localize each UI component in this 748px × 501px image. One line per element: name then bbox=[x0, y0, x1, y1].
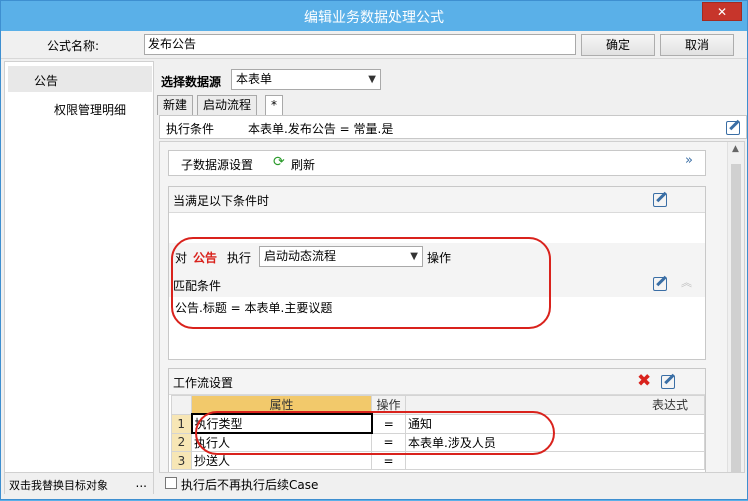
tab-start-flow[interactable]: 启动流程 bbox=[197, 95, 258, 115]
highlight-oval bbox=[195, 411, 555, 455]
cancel-button[interactable]: 取消 bbox=[660, 34, 734, 56]
footer-bar: 执行后不再执行后续Case bbox=[157, 473, 747, 499]
title-bar: 编辑业务数据处理公式 ✕ bbox=[1, 1, 747, 31]
ok-button[interactable]: 确定 bbox=[581, 34, 655, 56]
refresh-button[interactable]: 刷新 bbox=[291, 156, 315, 173]
window-title: 编辑业务数据处理公式 bbox=[304, 10, 444, 26]
column-header-num bbox=[171, 395, 192, 415]
replace-target-bar[interactable]: 双击我替换目标对象 ... bbox=[5, 472, 153, 494]
sidebar: 公告 权限管理明细 双击我替换目标对象 ... bbox=[4, 61, 154, 494]
sidebar-item-permission-detail[interactable]: 权限管理明细 bbox=[8, 96, 152, 120]
highlight-oval bbox=[171, 237, 551, 329]
refresh-icon[interactable]: ⟳ bbox=[273, 154, 285, 170]
condition-panel-title: 当满足以下条件时 bbox=[173, 194, 270, 208]
stop-subsequent-label: 执行后不再执行后续Case bbox=[181, 478, 319, 492]
datasource-select[interactable]: 本表单 ▼ bbox=[231, 69, 381, 90]
edit-icon[interactable] bbox=[661, 375, 675, 389]
edit-icon[interactable] bbox=[653, 193, 667, 207]
replace-target-label: 双击我替换目标对象 bbox=[9, 479, 108, 492]
workflow-panel-header: 工作流设置 bbox=[169, 369, 705, 395]
datasource-label: 选择数据源 bbox=[161, 75, 222, 89]
sidebar-item-announcement[interactable]: 公告 bbox=[8, 66, 152, 92]
more-button[interactable]: ... bbox=[136, 476, 147, 490]
delete-icon[interactable]: ✖ bbox=[637, 371, 651, 391]
exec-condition-label: 执行条件 bbox=[166, 122, 215, 136]
subsource-label: 子数据源设置 bbox=[181, 158, 254, 172]
expand-icon[interactable]: » bbox=[685, 153, 693, 168]
row-number: 3 bbox=[171, 451, 192, 470]
scroll-up-icon[interactable]: ▲ bbox=[732, 144, 739, 154]
exec-condition-value[interactable]: 本表单.发布公告 = 常量.是 bbox=[248, 120, 393, 137]
vertical-scrollbar[interactable]: ▲ bbox=[727, 142, 744, 472]
workflow-panel-title: 工作流设置 bbox=[173, 376, 234, 390]
formula-name-row: 公式名称: 发布公告 确定 取消 bbox=[1, 31, 747, 59]
stop-subsequent-checkbox[interactable] bbox=[165, 477, 177, 489]
edit-icon[interactable] bbox=[726, 121, 740, 135]
exec-condition-row: 执行条件 本表单.发布公告 = 常量.是 bbox=[159, 115, 747, 139]
formula-name-label: 公式名称: bbox=[47, 39, 100, 53]
collapse-icon[interactable]: ︽ bbox=[681, 274, 692, 290]
tab-new[interactable]: 新建 bbox=[157, 95, 194, 115]
chevron-down-icon: ▼ bbox=[368, 74, 376, 85]
subsource-panel: 子数据源设置 ⟳ 刷新 » bbox=[168, 150, 706, 176]
row-number: 2 bbox=[171, 432, 192, 452]
row-number: 1 bbox=[171, 413, 192, 434]
scrollbar-thumb[interactable] bbox=[731, 164, 741, 472]
close-button[interactable]: ✕ bbox=[702, 2, 742, 21]
formula-name-input[interactable]: 发布公告 bbox=[144, 34, 576, 55]
condition-panel-header: 当满足以下条件时 bbox=[169, 187, 705, 213]
sidebar-item-label: 公告 bbox=[34, 74, 59, 88]
edit-icon[interactable] bbox=[653, 277, 667, 291]
tab-add[interactable]: * bbox=[265, 95, 283, 116]
sidebar-item-label: 权限管理明细 bbox=[54, 103, 127, 117]
datasource-value: 本表单 bbox=[236, 72, 273, 86]
dialog-window: 编辑业务数据处理公式 ✕ 公式名称: 发布公告 确定 取消 公告 权限管理明细 … bbox=[0, 0, 748, 500]
